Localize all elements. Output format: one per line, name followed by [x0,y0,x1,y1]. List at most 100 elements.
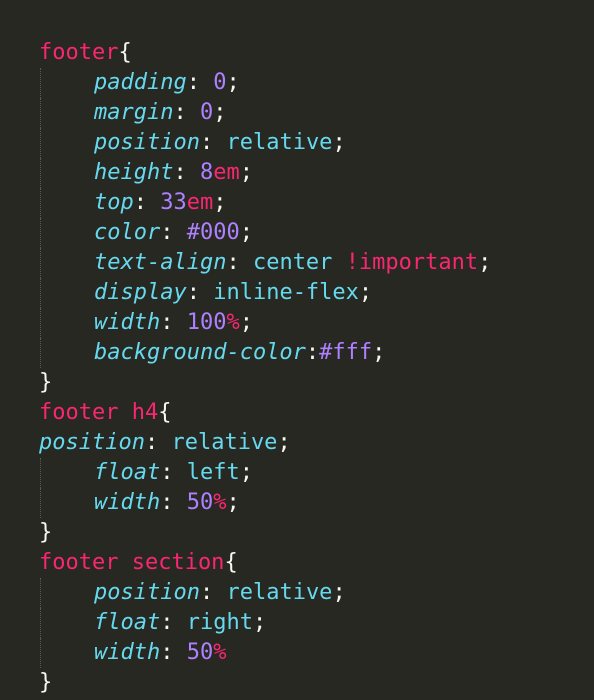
punctuation-token: : [305,340,320,365]
punctuation-token: ; [213,100,227,125]
punctuation-token: : [160,220,187,245]
code-editor[interactable]: footer{padding: 0; margin: 0; position: re… [0,0,594,700]
property-token: color [94,220,161,245]
punctuation-token [332,250,345,275]
property-token: text-align [94,250,227,275]
code-line[interactable]: footer h4{ [0,398,594,428]
important-token: !important [345,250,479,275]
code-line[interactable]: position: relative; [0,578,594,608]
punctuation-token: ; [226,70,240,95]
unit-token: % [226,310,240,335]
punctuation-token: ; [372,340,386,365]
code-line[interactable]: text-align: center !important; [0,248,594,278]
code-line[interactable]: padding: 0; [0,68,594,98]
punctuation-token: ; [358,280,373,305]
punctuation-token: ; [239,310,253,335]
property-token: width [94,310,161,335]
value-keyword-token: right [186,610,253,635]
punctuation-token: { [224,550,238,575]
property-token: position [94,580,200,605]
code-line[interactable]: margin: 0; [0,98,594,128]
code-line[interactable]: footer{ [0,38,594,68]
indent-guide [40,458,41,488]
punctuation-token: } [39,520,53,545]
value-number-token: 50 [186,640,214,665]
punctuation-token: : [144,430,172,455]
selector-token: footer h4 [39,400,159,425]
punctuation-token: : [226,250,253,275]
punctuation-token: ; [332,130,346,155]
code-line[interactable]: width: 50%; [0,488,594,518]
property-token: position [39,430,145,455]
punctuation-token: } [39,370,53,395]
punctuation-token: : [186,280,214,305]
code-line[interactable]: position: relative; [0,428,594,458]
punctuation-token: : [160,640,187,665]
property-token: display [94,280,187,305]
punctuation-token: ; [213,190,227,215]
value-keyword-token: relative [171,430,278,455]
value-keyword-token: left [186,460,240,485]
indent-guide [40,578,41,608]
code-line[interactable]: float: left; [0,458,594,488]
value-number-token: 100 [186,310,227,335]
code-line[interactable]: background-color:#fff; [0,338,594,368]
code-line[interactable]: } [0,368,594,398]
value-number-token: #000 [186,220,240,245]
punctuation-token: : [173,100,200,125]
property-token: background-color [94,340,306,365]
property-token: width [94,640,161,665]
indent-guide [40,158,41,188]
indent-guide [40,308,41,338]
punctuation-token: ; [239,220,253,245]
indent-guide [40,608,41,638]
punctuation-token: : [160,610,187,635]
indent-guide [40,248,41,278]
code-line[interactable]: color: #000; [0,218,594,248]
value-number-token: 50 [186,490,214,515]
property-token: float [94,610,161,635]
value-keyword-token: inline-flex [213,280,359,305]
code-line[interactable]: top: 33em; [0,188,594,218]
punctuation-token: ; [239,160,253,185]
punctuation-token: : [199,580,227,605]
value-number-token: 0 [213,70,227,95]
code-line[interactable]: } [0,518,594,548]
code-line[interactable]: float: right; [0,608,594,638]
punctuation-token: ; [478,250,492,275]
property-token: margin [94,100,174,125]
property-token: width [94,490,161,515]
code-line[interactable]: height: 8em; [0,158,594,188]
punctuation-token: ; [252,610,267,635]
property-token: float [94,460,161,485]
value-keyword-token: relative [226,580,333,605]
code-line[interactable]: } [0,668,594,698]
unit-token: em [213,160,240,185]
property-token: height [94,160,174,185]
property-token: padding [94,70,187,95]
code-line[interactable]: width: 50% [0,638,594,668]
selector-token: footer section [39,550,225,575]
unit-token: % [213,640,227,665]
punctuation-token: : [160,310,187,335]
punctuation-token: : [186,70,214,95]
code-line[interactable]: width: 100%; [0,308,594,338]
punctuation-token: ; [277,430,291,455]
value-number-token: 33 [160,190,187,215]
indent-guide [40,638,41,668]
selector-token: footer [39,40,119,65]
punctuation-token: : [173,160,200,185]
code-line[interactable]: display: inline-flex; [0,278,594,308]
punctuation-token: : [160,490,187,515]
indent-guide [40,218,41,248]
unit-token: em [186,190,214,215]
indent-guide [40,98,41,128]
value-number-token: 8 [199,160,214,185]
code-line[interactable]: position: relative; [0,128,594,158]
value-keyword-token: relative [226,130,333,155]
punctuation-token: ; [226,490,240,515]
code-line[interactable]: footer section{ [0,548,594,578]
property-token: position [94,130,200,155]
value-number-token: #fff [319,340,373,365]
indent-guide [40,278,41,308]
